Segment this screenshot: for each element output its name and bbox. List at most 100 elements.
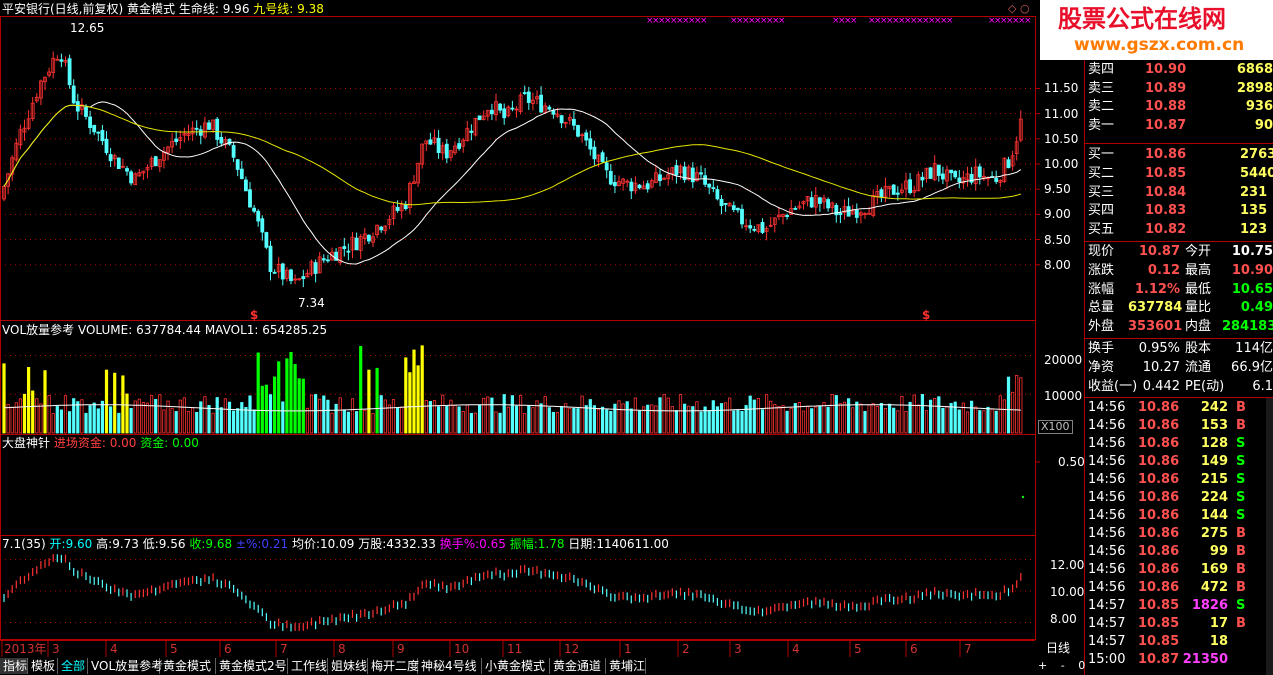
volume-bar bbox=[268, 394, 273, 434]
candle-body bbox=[748, 225, 753, 229]
volume-bar bbox=[728, 397, 732, 434]
tab-1[interactable]: 指标 bbox=[0, 658, 28, 674]
candle-body bbox=[608, 170, 613, 185]
tab-13[interactable]: 黄埔江 bbox=[606, 658, 646, 674]
vol-axis-20000: 20000 bbox=[1044, 353, 1083, 367]
volume-bar bbox=[970, 400, 974, 434]
tab-9[interactable]: 梅开二度 bbox=[368, 658, 419, 674]
ask-label: 卖四 bbox=[1088, 61, 1115, 77]
volume-bar bbox=[84, 412, 88, 434]
volume-bar bbox=[572, 407, 576, 434]
volume-bar bbox=[379, 395, 383, 434]
signal-dot: × bbox=[850, 16, 858, 26]
volume-bar bbox=[662, 394, 666, 434]
volume-bar bbox=[412, 349, 416, 434]
zoom-reset-button[interactable]: 0 bbox=[1078, 659, 1085, 672]
tab-10[interactable]: 神秘4号线 bbox=[418, 658, 482, 674]
tick-price: 10.85 bbox=[1138, 634, 1180, 649]
volume-bar bbox=[752, 399, 756, 434]
volume-bar bbox=[769, 400, 773, 434]
volume-bar bbox=[391, 399, 396, 434]
life-line-value: 9.96 bbox=[222, 2, 250, 16]
zoom-out-button[interactable]: - bbox=[1061, 659, 1065, 672]
quote-value: 10.90 bbox=[1231, 262, 1273, 278]
volume-bar bbox=[650, 404, 654, 434]
volume-bar bbox=[605, 409, 609, 434]
candle-body bbox=[428, 139, 433, 145]
tick-volume: 21350 bbox=[1182, 652, 1228, 667]
volume-bar bbox=[531, 407, 535, 434]
tick-price: 10.86 bbox=[1138, 544, 1180, 559]
tab-7[interactable]: 工作线 bbox=[288, 658, 328, 674]
tab-12[interactable]: 黄金通道 bbox=[550, 658, 606, 674]
tab-6[interactable]: 黄金模式2号 bbox=[216, 658, 288, 674]
volume-bar bbox=[482, 397, 486, 434]
volume-bar bbox=[359, 346, 363, 434]
candle-body bbox=[198, 129, 203, 136]
candle-body bbox=[272, 271, 277, 274]
watermark-title: 股票公式在线网 bbox=[1058, 5, 1226, 33]
tab-5[interactable]: 黄金模式 bbox=[160, 658, 216, 674]
ask-label: 卖二 bbox=[1088, 99, 1115, 115]
volume-bar bbox=[760, 409, 765, 434]
low-price-marker: 7.34 bbox=[298, 296, 325, 310]
volume-bar bbox=[59, 409, 64, 434]
tick-price: 10.86 bbox=[1138, 526, 1180, 541]
candle-body bbox=[539, 94, 543, 113]
tick-volume: 149 bbox=[1200, 454, 1228, 469]
volume-bar bbox=[666, 397, 670, 434]
volume-bar bbox=[1011, 391, 1015, 434]
volume-bar bbox=[162, 409, 166, 434]
candle-body bbox=[699, 172, 703, 175]
fund-value: 6.1 bbox=[1252, 378, 1273, 394]
candle-body bbox=[785, 214, 789, 217]
candle-body bbox=[953, 171, 958, 178]
tab-8[interactable]: 姐妹线 bbox=[328, 658, 368, 674]
chart-canvas[interactable]: ×××××××××× ××××××××× ×××× ×××××××××××××× ×××… bbox=[0, 0, 1273, 675]
volume-bar bbox=[806, 405, 810, 434]
volume-bar bbox=[465, 404, 469, 434]
candle-body bbox=[71, 85, 76, 104]
volume-bar bbox=[588, 399, 592, 434]
chart-options-icon[interactable]: ◇ ○ bbox=[1008, 2, 1030, 16]
close-label: 收: bbox=[189, 537, 206, 551]
volume-bar bbox=[166, 400, 170, 434]
tick-side: S bbox=[1236, 436, 1246, 451]
signal-dot: × bbox=[778, 16, 786, 26]
fund-label: PE(动) bbox=[1185, 378, 1225, 394]
tick-price: 10.87 bbox=[1138, 652, 1180, 667]
volume-bar bbox=[1006, 376, 1011, 434]
volume-bar bbox=[47, 395, 51, 434]
tab-4[interactable]: VOL放量参考 bbox=[88, 658, 163, 674]
zoom-in-button[interactable]: + bbox=[1038, 659, 1047, 672]
indicator-header: 大盘神针 进场资金: 0.00 资金: 0.00 bbox=[2, 436, 199, 450]
fund-value: 114亿 bbox=[1235, 341, 1273, 356]
volume-bar bbox=[416, 365, 420, 434]
volume-bar bbox=[424, 399, 428, 434]
ask-volume: 936 bbox=[1245, 99, 1273, 115]
price-axis-label: 11.00 bbox=[1044, 106, 1079, 121]
volume-bar bbox=[203, 396, 207, 434]
tick-time: 14:56 bbox=[1088, 472, 1126, 487]
volume-bar bbox=[892, 407, 896, 434]
candle-body bbox=[239, 168, 244, 179]
candle-body bbox=[325, 259, 330, 262]
tab-11[interactable]: 小黄金模式 bbox=[482, 658, 550, 674]
tab-2[interactable]: 模板 bbox=[28, 658, 58, 674]
candle-body bbox=[264, 232, 269, 248]
volume-bar bbox=[154, 398, 158, 434]
period-label[interactable]: 日线 bbox=[1046, 641, 1070, 655]
candle-body bbox=[711, 187, 716, 189]
amp-value: 1.78 bbox=[537, 537, 565, 551]
candle-body bbox=[67, 58, 72, 86]
volume-bar bbox=[6, 404, 10, 434]
volume-bar bbox=[830, 394, 834, 434]
fund-value: 0.00 bbox=[172, 436, 199, 450]
tab-3[interactable]: 全部 bbox=[58, 658, 88, 674]
candle-body bbox=[498, 103, 503, 111]
volume-bar bbox=[601, 406, 605, 434]
ticks-scrollbar[interactable] bbox=[1266, 398, 1273, 675]
volume-bar bbox=[436, 406, 441, 434]
in-fund-value: 0.00 bbox=[109, 436, 137, 450]
volume-bar bbox=[560, 405, 564, 434]
